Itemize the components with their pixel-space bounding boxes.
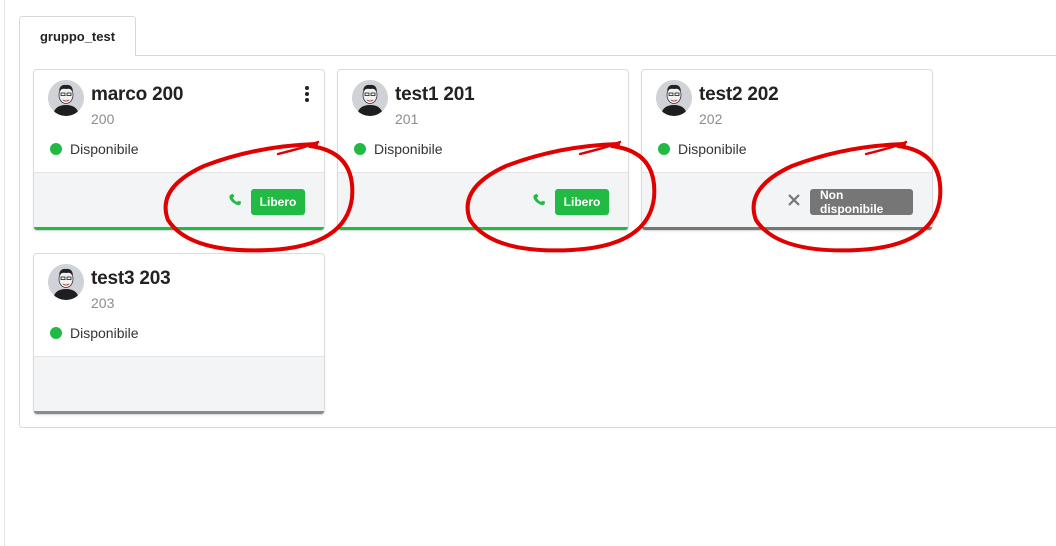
avatar: [352, 80, 388, 116]
card-status-bar: [34, 227, 324, 230]
card-title: test1 201: [395, 84, 475, 105]
card-title: test2 202: [699, 84, 779, 105]
avatar: [656, 80, 692, 116]
status-indicator: [354, 143, 366, 155]
more-vertical-icon[interactable]: [304, 86, 310, 102]
extension-card-201[interactable]: test1 201 201 Disponibile Libero: [337, 69, 629, 231]
status-indicator: [50, 143, 62, 155]
card-title: test3 203: [91, 268, 171, 289]
extension-card-200[interactable]: marco 200 200 Disponibile Libero: [33, 69, 325, 231]
status-indicator: [658, 143, 670, 155]
extension-number: 201: [395, 111, 419, 127]
status-label: Disponibile: [374, 141, 443, 157]
phone-icon[interactable]: [228, 193, 242, 207]
extension-number: 202: [699, 111, 723, 127]
status-badge: Libero: [251, 189, 305, 215]
status-badge: Non disponibile: [810, 188, 913, 216]
card-footer: Libero: [34, 172, 324, 227]
card-status-bar: [34, 411, 324, 414]
extension-number: 203: [91, 295, 115, 311]
tab-gruppo-test[interactable]: gruppo_test: [19, 16, 136, 56]
extension-card-202[interactable]: test2 202 202 Disponibile Non disponibil…: [641, 69, 933, 231]
status-indicator: [50, 327, 62, 339]
page-border: [4, 0, 5, 546]
avatar: [48, 264, 84, 300]
status-label: Disponibile: [678, 141, 747, 157]
card-status-bar: [338, 227, 628, 230]
card-title: marco 200: [91, 84, 184, 105]
avatar: [48, 80, 84, 116]
extension-number: 200: [91, 111, 115, 127]
extension-card-203[interactable]: test3 203 203 Disponibile: [33, 253, 325, 415]
card-footer: Libero: [338, 172, 628, 227]
status-badge: Libero: [555, 189, 609, 215]
card-status-bar: [642, 227, 932, 230]
phone-icon[interactable]: [532, 193, 546, 207]
card-footer: [34, 356, 324, 411]
status-label: Disponibile: [70, 141, 139, 157]
card-footer: Non disponibile: [642, 172, 932, 227]
close-icon: [788, 194, 800, 206]
status-label: Disponibile: [70, 325, 139, 341]
